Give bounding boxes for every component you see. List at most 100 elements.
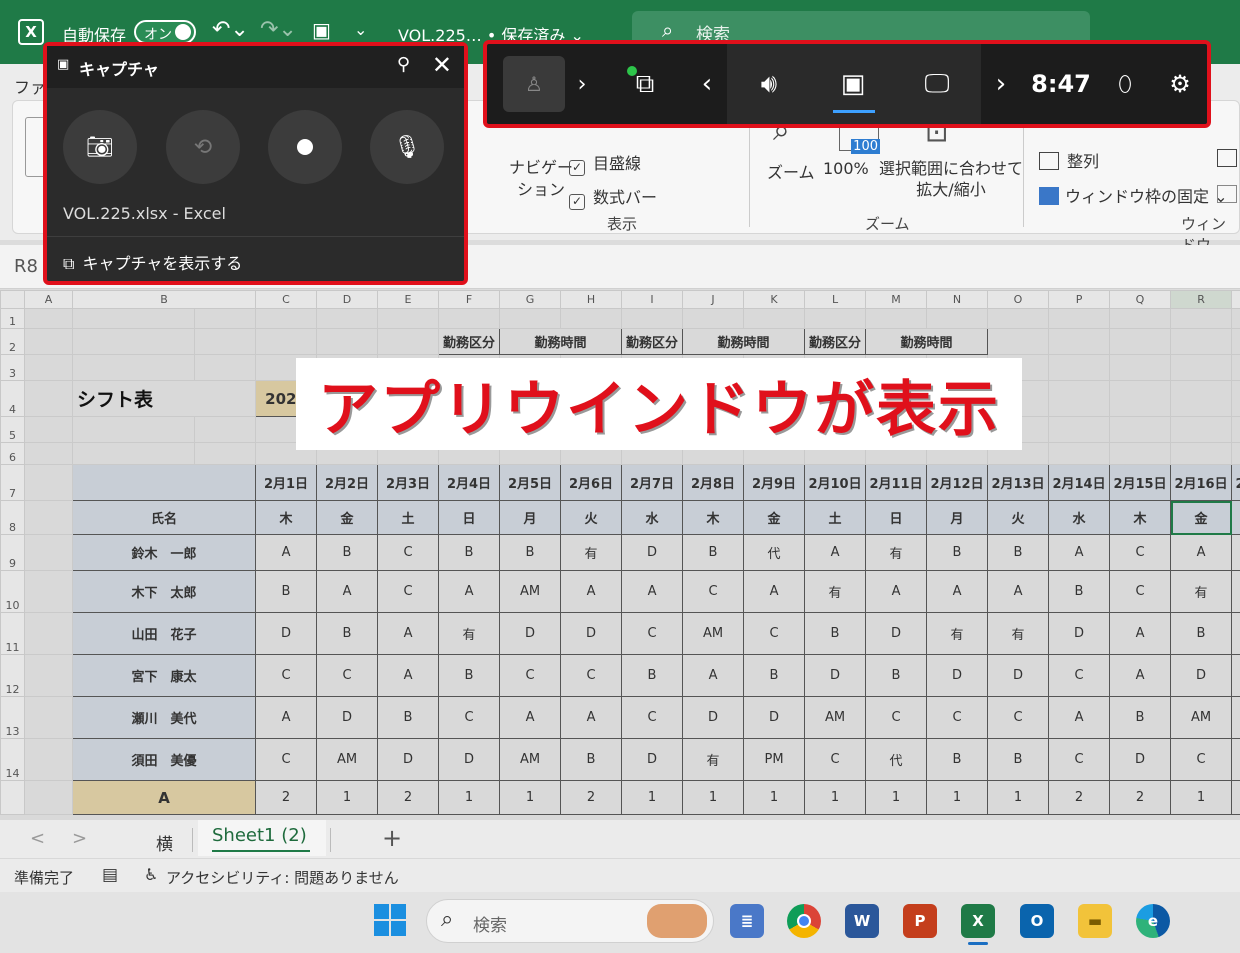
row-number[interactable]: 6 xyxy=(0,442,25,465)
show-captures-link[interactable]: ⧉ キャプチャを表示する xyxy=(63,250,242,274)
shift-cell[interactable]: B xyxy=(1048,570,1111,613)
summary-cell[interactable]: 1 xyxy=(987,780,1050,815)
column-header[interactable]: S xyxy=(1231,290,1240,309)
shift-cell[interactable]: B xyxy=(377,696,440,739)
split-icon[interactable] xyxy=(1217,149,1237,167)
shift-cell[interactable]: A xyxy=(1170,534,1233,571)
date-header[interactable]: 2月10日 xyxy=(804,464,867,501)
shift-cell[interactable]: B xyxy=(987,738,1050,781)
summary-label[interactable]: A xyxy=(71,780,257,815)
shift-cell[interactable]: C xyxy=(987,696,1050,739)
summary-cell[interactable]: 1 xyxy=(316,780,379,815)
edge-icon[interactable]: e xyxy=(1136,904,1170,938)
cell[interactable] xyxy=(193,354,257,381)
shift-cell[interactable]: A xyxy=(377,612,440,655)
summary-cell[interactable]: 2 xyxy=(377,780,440,815)
shift-cell[interactable]: 有 xyxy=(987,612,1050,655)
date-header[interactable]: 2月13日 xyxy=(987,464,1050,501)
shift-cell[interactable]: D xyxy=(987,654,1050,697)
settings-gear-icon[interactable]: ⚙ xyxy=(1155,44,1205,124)
shift-cell[interactable]: A xyxy=(621,570,684,613)
row-number[interactable]: 1 xyxy=(0,308,25,329)
shift-cell[interactable]: A xyxy=(560,696,623,739)
outlook-icon[interactable]: O xyxy=(1020,904,1054,938)
shift-cell[interactable]: 有 xyxy=(682,738,745,781)
shift-cell[interactable]: D xyxy=(255,612,318,655)
shift-cell[interactable]: A xyxy=(377,654,440,697)
shift-cell[interactable]: C xyxy=(865,696,928,739)
row-number[interactable]: 3 xyxy=(0,354,25,381)
cell[interactable] xyxy=(1170,416,1233,443)
column-header[interactable]: A xyxy=(24,290,73,309)
sheet-tab-active[interactable]: Sheet1 (2) xyxy=(198,820,326,856)
cell[interactable] xyxy=(1170,442,1233,465)
shift-cell[interactable]: D xyxy=(621,738,684,781)
work-header[interactable]: 勤務時間 xyxy=(865,328,989,355)
cell[interactable] xyxy=(1109,442,1172,465)
column-header[interactable]: C xyxy=(255,290,318,309)
shift-cell[interactable]: B xyxy=(438,534,501,571)
date-header[interactable]: 2月17日 xyxy=(1231,464,1240,501)
cell[interactable] xyxy=(1231,380,1240,417)
shift-cell[interactable]: B xyxy=(804,612,867,655)
shift-cell[interactable]: D xyxy=(1231,612,1240,655)
employee-name[interactable]: 瀬川 美代 xyxy=(71,696,257,739)
shift-cell[interactable]: C xyxy=(804,738,867,781)
cell[interactable] xyxy=(193,308,257,329)
cell[interactable] xyxy=(1170,308,1233,329)
row-number[interactable]: 11 xyxy=(0,612,25,655)
shift-cell[interactable]: AM xyxy=(316,738,379,781)
cell[interactable] xyxy=(24,654,73,697)
cell[interactable] xyxy=(1109,308,1172,329)
shift-cell[interactable]: A xyxy=(1231,570,1240,613)
file-explorer-icon[interactable]: ▬ xyxy=(1078,904,1112,938)
summary-cell[interactable]: 1 xyxy=(499,780,562,815)
cell[interactable] xyxy=(193,416,257,443)
widget-menu-icon[interactable]: ⧉ xyxy=(617,44,673,124)
summary-cell[interactable]: 1 xyxy=(621,780,684,815)
shift-cell[interactable]: D xyxy=(621,534,684,571)
tab-prev-icon[interactable]: < xyxy=(30,828,45,849)
shift-cell[interactable]: A xyxy=(804,534,867,571)
shift-cell[interactable]: PM xyxy=(743,738,806,781)
hide-icon[interactable] xyxy=(1217,185,1237,203)
shift-cell[interactable]: C xyxy=(1109,570,1172,613)
row-number[interactable]: 13 xyxy=(0,696,25,739)
chevron-left-icon[interactable]: ‹ xyxy=(687,44,727,124)
cell[interactable] xyxy=(438,308,501,329)
save-icon[interactable]: ▣ xyxy=(312,18,331,42)
shift-cell[interactable]: C xyxy=(377,534,440,571)
cell[interactable] xyxy=(1231,328,1240,355)
select-all-corner[interactable] xyxy=(0,290,25,309)
shift-cell[interactable]: B xyxy=(1109,696,1172,739)
zoom-selection-button[interactable]: 選択範囲に合わせて 拡大/縮小 xyxy=(879,158,1023,200)
column-header[interactable]: H xyxy=(560,290,623,309)
shift-cell[interactable]: 代 xyxy=(865,738,928,781)
cell[interactable] xyxy=(24,500,73,535)
shift-cell[interactable]: C xyxy=(560,654,623,697)
shift-cell[interactable]: B xyxy=(316,612,379,655)
shift-cell[interactable]: B xyxy=(255,570,318,613)
word-icon[interactable]: W xyxy=(845,904,879,938)
shift-cell[interactable]: D xyxy=(1048,612,1111,655)
shift-cell[interactable]: C xyxy=(621,696,684,739)
date-header[interactable]: 2月12日 xyxy=(926,464,989,501)
column-header[interactable]: J xyxy=(682,290,745,309)
cell[interactable] xyxy=(24,380,73,417)
shift-cell[interactable]: AM xyxy=(499,570,562,613)
weekday-cell[interactable]: 木 xyxy=(682,500,745,535)
summary-cell[interactable]: 1 xyxy=(1170,780,1233,815)
shift-cell[interactable]: A xyxy=(560,570,623,613)
shift-cell[interactable]: C xyxy=(377,570,440,613)
column-header[interactable]: N xyxy=(926,290,989,309)
shift-cell[interactable]: B xyxy=(926,534,989,571)
summary-cell[interactable]: 1 xyxy=(1231,780,1240,815)
weekday-cell[interactable]: 木 xyxy=(255,500,318,535)
shift-cell[interactable]: C xyxy=(1048,654,1111,697)
chrome-icon[interactable] xyxy=(787,904,821,938)
work-header[interactable]: 勤務区分 xyxy=(621,328,684,355)
cell[interactable] xyxy=(24,534,73,571)
shift-cell[interactable]: B xyxy=(682,534,745,571)
weekday-cell[interactable]: 火 xyxy=(560,500,623,535)
shift-cell[interactable]: A xyxy=(1109,654,1172,697)
